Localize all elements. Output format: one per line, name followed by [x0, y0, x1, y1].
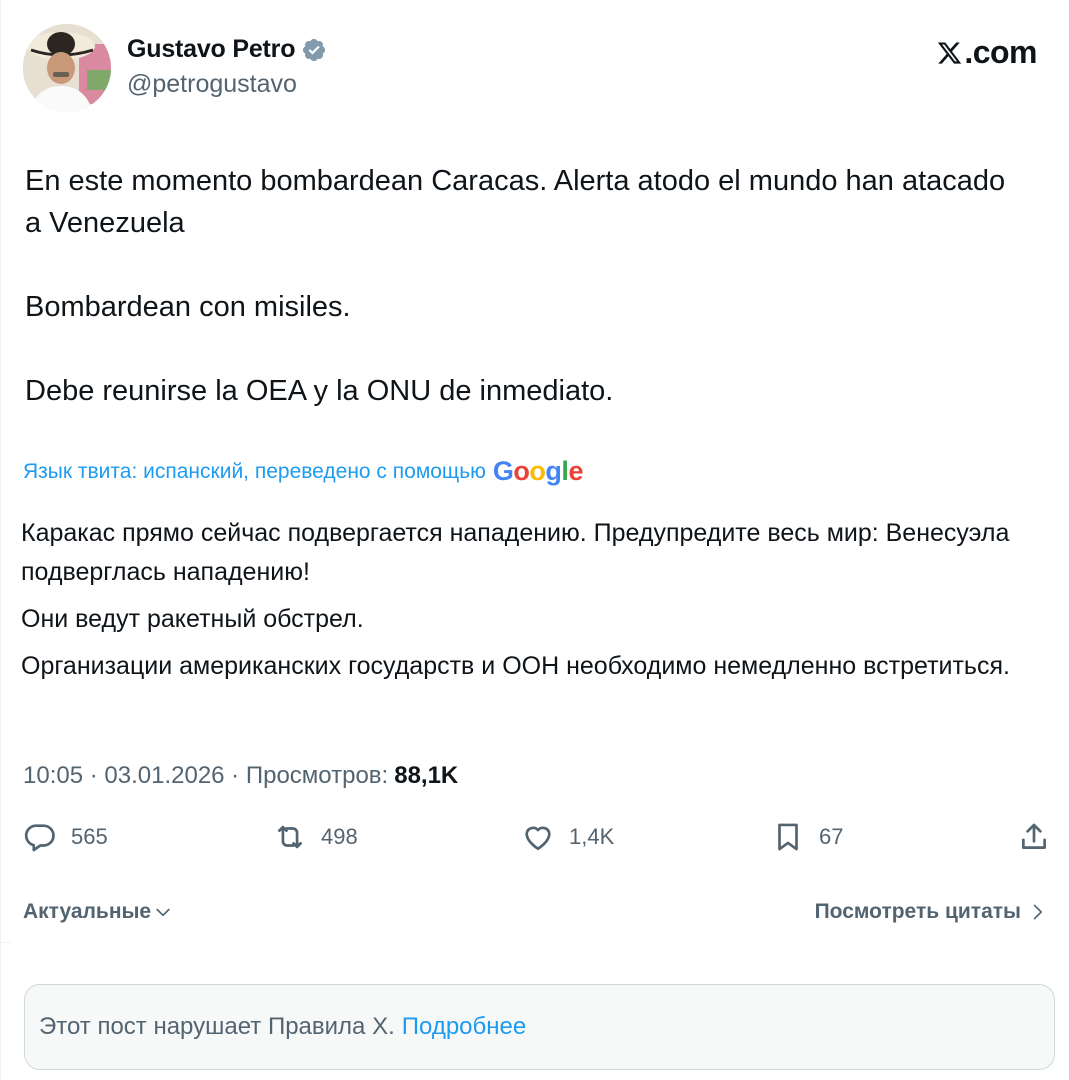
learn-more-link[interactable]: Подробнее: [402, 1013, 526, 1041]
reply-button[interactable]: 565: [23, 820, 108, 854]
repost-count: 498: [321, 824, 358, 849]
reply-icon: [24, 824, 55, 852]
avatar-image: [23, 24, 111, 112]
chevron-down-icon: [156, 908, 170, 917]
verified-badge-icon[interactable]: [301, 37, 327, 63]
repost-button[interactable]: 498: [273, 820, 358, 854]
replies-sort-label: Актуальные: [23, 900, 152, 923]
notice-text: Этот пост нарушает Правила X.: [39, 1013, 395, 1040]
site-label-text: .com: [964, 34, 1037, 70]
views-label: Просмотров:: [245, 762, 389, 789]
replies-sort-dropdown[interactable]: Актуальные: [23, 900, 173, 924]
like-icon: [525, 826, 551, 851]
rules-violation-notice: Этот пост нарушает Правила X. Подробнее: [24, 984, 1055, 1070]
author-handle[interactable]: @petrogustavo: [127, 70, 297, 99]
tweet-card: Gustavo Petro @petrogustavo .com En este…: [0, 0, 1069, 1080]
tweet-text: En este momento bombardean Caracas. Aler…: [25, 160, 1025, 454]
meta-separator: ·: [224, 762, 246, 789]
bookmark-count: 67: [819, 824, 844, 849]
site-label: .com: [936, 34, 1037, 71]
bookmark-icon: [778, 823, 798, 851]
bookmark-button[interactable]: 67: [771, 820, 843, 854]
views-count[interactable]: 88,1K: [394, 762, 458, 790]
translated-paragraph: Они ведут ракетный обстрел.: [21, 605, 364, 633]
tweet-paragraph: En este momento bombardean Caracas. Aler…: [25, 165, 1006, 239]
chevron-right-icon: [1033, 904, 1042, 920]
translated-paragraph: Каракас прямо сейчас подвергается нападе…: [21, 519, 1010, 586]
author-name-row: Gustavo Petro: [127, 35, 327, 64]
reply-count: 565: [71, 824, 108, 849]
share-button[interactable]: [1017, 820, 1051, 854]
avatar[interactable]: [23, 24, 111, 112]
view-quotes-link[interactable]: Посмотреть цитаты: [815, 900, 1047, 924]
translation-note[interactable]: Язык твита: испанский, переведено с помо…: [23, 456, 583, 487]
view-quotes-label: Посмотреть цитаты: [814, 900, 1021, 923]
tweet-paragraph: Bombardean con misiles.: [25, 291, 351, 323]
like-button[interactable]: 1,4K: [521, 820, 614, 854]
action-bar: 565 498 1,4K 67: [23, 820, 1051, 864]
translated-text: Каракас прямо сейчас подвергается нападе…: [21, 514, 1031, 694]
tweet-paragraph: Debe reunirse la OEA y la ONU de inmedia…: [25, 375, 614, 407]
translated-paragraph: Организации американских государств и ОО…: [21, 652, 1010, 680]
like-count: 1,4K: [569, 824, 615, 849]
share-icon: [1022, 823, 1046, 849]
tweet-meta: 10:05 · 03.01.2026 · Просмотров: 88,1K: [23, 762, 458, 790]
tweet-time[interactable]: 10:05: [23, 762, 83, 790]
tweet-date[interactable]: 03.01.2026: [104, 762, 224, 790]
translation-note-text: Язык твита: испанский, переведено с помо…: [23, 459, 486, 483]
author-display-name[interactable]: Gustavo Petro: [127, 35, 295, 64]
repost-icon: [278, 825, 302, 849]
google-logo: Google: [492, 456, 584, 486]
x-logo-icon: [938, 41, 962, 64]
divider: [1, 942, 11, 943]
meta-separator: ·: [83, 762, 105, 789]
